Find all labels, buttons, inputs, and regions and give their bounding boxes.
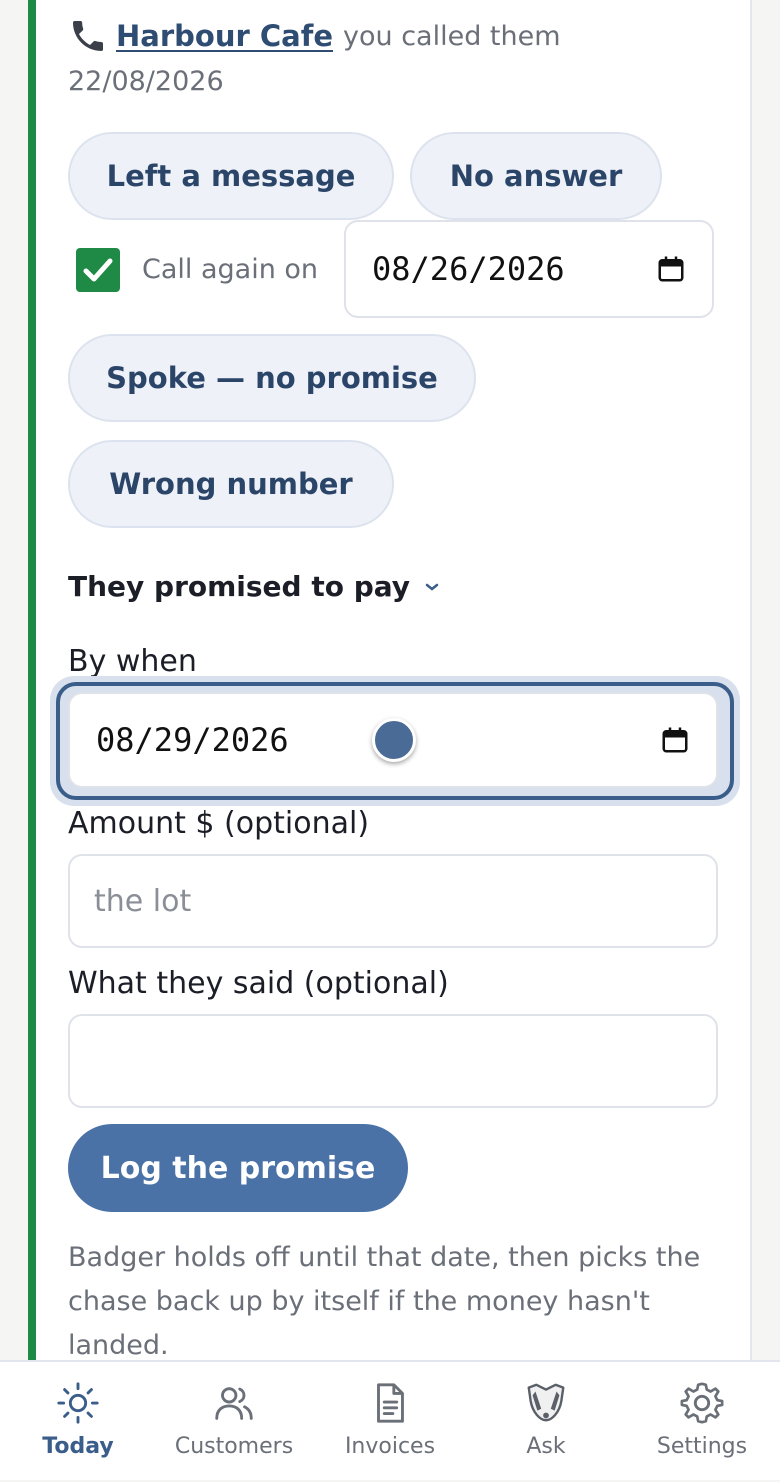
phone-icon xyxy=(73,21,103,51)
tab-customers-label: Customers xyxy=(174,1434,294,1459)
promise-heading: They promised to pay xyxy=(68,570,411,603)
tab-today-label: Today xyxy=(42,1434,114,1459)
amount-placeholder: the lot xyxy=(94,883,192,919)
checkmark-icon xyxy=(83,258,113,282)
tab-customers[interactable]: Customers xyxy=(156,1362,312,1482)
tab-ask[interactable]: Ask xyxy=(468,1362,624,1482)
what-they-said-input[interactable] xyxy=(68,1014,718,1108)
call-again-date-input[interactable]: 08/26/2026 xyxy=(344,220,714,318)
call-summary: Harbour Cafe you called them xyxy=(68,14,561,58)
amount-label: Amount $ (optional) xyxy=(68,806,370,841)
what-they-said-label: What they said (optional) xyxy=(68,966,449,1001)
left-message-button[interactable]: Left a message xyxy=(68,132,394,220)
tab-today[interactable]: Today xyxy=(0,1362,156,1482)
call-again-label: Call again on xyxy=(142,254,319,285)
tab-settings-label: Settings xyxy=(656,1434,748,1459)
gear-icon xyxy=(680,1382,724,1424)
badger-icon xyxy=(527,1383,565,1422)
spoke-no-promise-button[interactable]: Spoke — no promise xyxy=(68,334,476,422)
no-answer-button[interactable]: No answer xyxy=(410,132,662,220)
chevron-down-icon xyxy=(425,583,439,591)
touch-cursor xyxy=(372,718,416,762)
tab-settings[interactable]: Settings xyxy=(624,1362,780,1482)
call-again-date-value: 08/26/2026 xyxy=(372,250,565,288)
amount-input[interactable]: the lot xyxy=(68,854,718,948)
bottom-tab-bar: Today Customers Invoices Ask Settings xyxy=(0,1360,780,1480)
contact-link[interactable]: Harbour Cafe xyxy=(116,19,333,53)
call-date: 22/08/2026 xyxy=(68,66,224,97)
promise-help-text: Badger holds off until that date, then p… xyxy=(68,1242,701,1361)
wrong-number-button[interactable]: Wrong number xyxy=(68,440,394,528)
call-description: you called them xyxy=(343,20,561,52)
tab-ask-label: Ask xyxy=(526,1434,566,1459)
calendar-icon[interactable] xyxy=(656,254,686,284)
tab-invoices[interactable]: Invoices xyxy=(312,1362,468,1482)
tab-invoices-label: Invoices xyxy=(344,1434,436,1459)
log-promise-button[interactable]: Log the promise xyxy=(68,1124,408,1212)
by-when-label: By when xyxy=(68,644,197,679)
document-icon xyxy=(377,1383,404,1423)
call-again-checkbox[interactable] xyxy=(76,248,120,292)
sun-icon xyxy=(57,1382,99,1424)
promise-section-toggle[interactable]: They promised to pay xyxy=(68,570,440,603)
users-icon xyxy=(215,1387,253,1420)
